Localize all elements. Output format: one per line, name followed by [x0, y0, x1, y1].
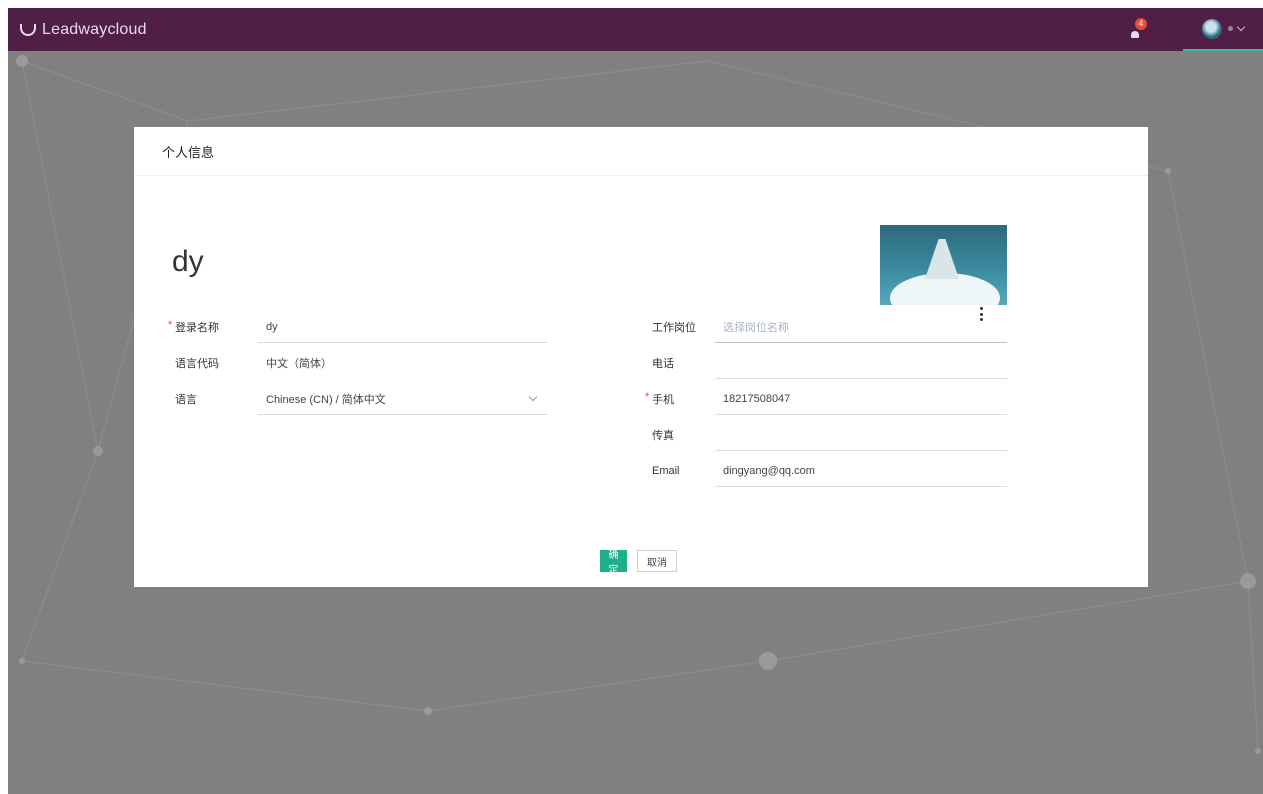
user-menu[interactable]: [1183, 8, 1263, 51]
top-navigation-bar: Leadwaycloud 4: [8, 8, 1263, 51]
bell-icon: [1131, 30, 1139, 38]
language-code-label: 语言代码: [175, 358, 219, 370]
chevron-down-icon: [1236, 22, 1246, 32]
cancel-button[interactable]: 取消: [637, 550, 677, 572]
email-input[interactable]: dingyang@qq.com: [715, 455, 1007, 487]
user-avatar: [1202, 18, 1222, 39]
language-select[interactable]: Chinese (CN) / 简体中文: [258, 383, 548, 415]
login-name-label: 登录名称: [168, 319, 219, 335]
phone-label: 电话: [652, 358, 674, 370]
mobile-label: 手机: [645, 391, 674, 407]
login-name-row: 登录名称 dy: [168, 311, 555, 343]
topbar-actions: 4: [1127, 8, 1263, 51]
user-name-placeholder: [1228, 26, 1233, 31]
job-position-label: 工作岗位: [652, 322, 696, 334]
job-position-select[interactable]: 选择岗位名称: [715, 311, 1007, 343]
fax-label: 传真: [652, 430, 674, 442]
job-position-row: 工作岗位 选择岗位名称: [652, 311, 1022, 343]
app-window: Leadwaycloud 4 个人信息 dy * 登录名称 dy 语言代码 中文…: [8, 8, 1263, 794]
profile-photo[interactable]: [880, 225, 1007, 305]
mobile-row: 手机 18217508047: [645, 383, 1022, 415]
language-label: 语言: [175, 394, 197, 406]
email-label: Email: [652, 465, 680, 477]
app-title: Leadwaycloud: [42, 20, 147, 38]
user-display-name: dy: [172, 245, 204, 278]
language-select-value: Chinese (CN) / 简体中文: [266, 393, 386, 406]
email-row: Email dingyang@qq.com: [652, 455, 1022, 487]
notification-badge: 4: [1135, 17, 1147, 30]
confirm-button[interactable]: 确定: [600, 550, 627, 576]
fax-input[interactable]: [715, 419, 1007, 451]
photo-tower: [925, 239, 959, 279]
phone-row: 电话: [652, 347, 1022, 379]
phone-input[interactable]: [715, 347, 1007, 379]
app-logo[interactable]: Leadwaycloud: [20, 21, 147, 39]
dialog-footer: 确定 取消: [600, 550, 677, 576]
logo-icon: [20, 23, 36, 36]
login-name-input[interactable]: dy: [258, 311, 548, 343]
fax-row: 传真: [652, 419, 1022, 451]
dialog-title: 个人信息: [162, 144, 215, 160]
language-code-value: 中文（简体）: [266, 357, 332, 370]
language-code-row: 语言代码 中文（简体）: [175, 347, 555, 379]
mobile-input[interactable]: 18217508047: [715, 383, 1007, 415]
notifications-button[interactable]: 4: [1127, 17, 1147, 38]
kebab-dot: [979, 307, 983, 310]
profile-dialog: 个人信息 dy 登录名称 dy 语言代码 中文（简体） 语言 Chinese (…: [134, 127, 1148, 587]
language-row: 语言 Chinese (CN) / 简体中文: [175, 383, 555, 415]
chevron-down-icon: [528, 392, 538, 402]
dialog-header: 个人信息: [134, 127, 1148, 176]
